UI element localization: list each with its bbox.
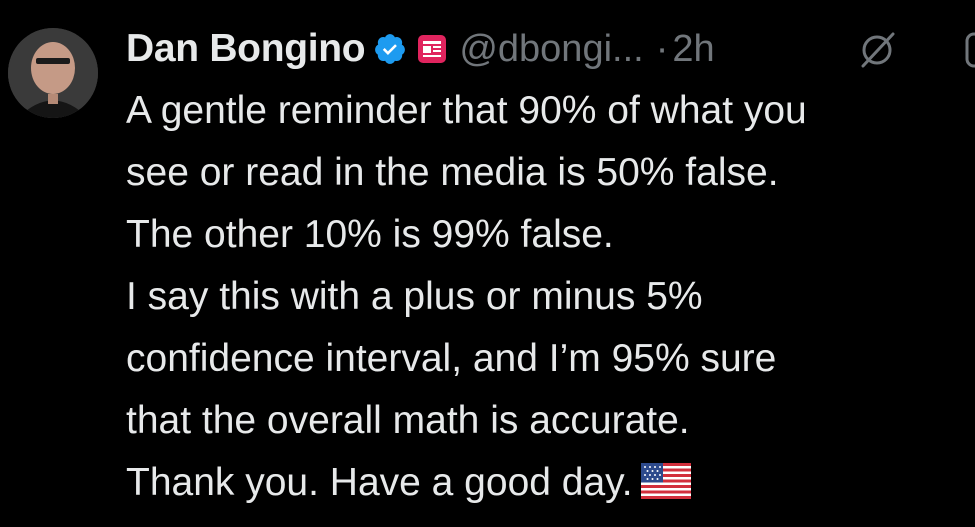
separator-dot: ·: [655, 27, 669, 70]
tweet-text-line: confidence interval, and I’m 95% sure: [126, 337, 777, 380]
author-handle[interactable]: @dbongi...: [459, 28, 643, 71]
grok-icon[interactable]: [855, 28, 899, 72]
tweet-text: A gentle reminder that 90% of what you s…: [126, 80, 971, 514]
tweet-text-line: see or read in the media is 50% false.: [126, 151, 779, 194]
flag-usa-icon: [640, 463, 691, 499]
media-label-icon: [418, 35, 447, 63]
tweet-text-line-last: Thank you. Have a good day.: [126, 452, 971, 514]
tweet-text-line: The other 10% is 99% false.: [126, 213, 614, 256]
tweet[interactable]: Dan Bongino @dbongi... · 2h A gentle rem…: [0, 0, 975, 527]
avatar-photo-icon: [8, 28, 98, 118]
verified-badge-icon: [375, 34, 406, 64]
more-options-icon[interactable]: [955, 28, 975, 72]
author-name[interactable]: Dan Bongino: [126, 27, 366, 71]
tweet-text-line: A gentle reminder that 90% of what you: [126, 89, 807, 132]
tweet-text-line-content: Thank you. Have a good day.: [126, 461, 633, 504]
avatar[interactable]: [8, 28, 98, 118]
tweet-text-line: I say this with a plus or minus 5%: [126, 275, 703, 318]
timestamp[interactable]: 2h: [672, 28, 714, 71]
tweet-text-line: that the overall math is accurate.: [126, 399, 690, 442]
tweet-header: Dan Bongino @dbongi... · 2h: [126, 22, 715, 76]
